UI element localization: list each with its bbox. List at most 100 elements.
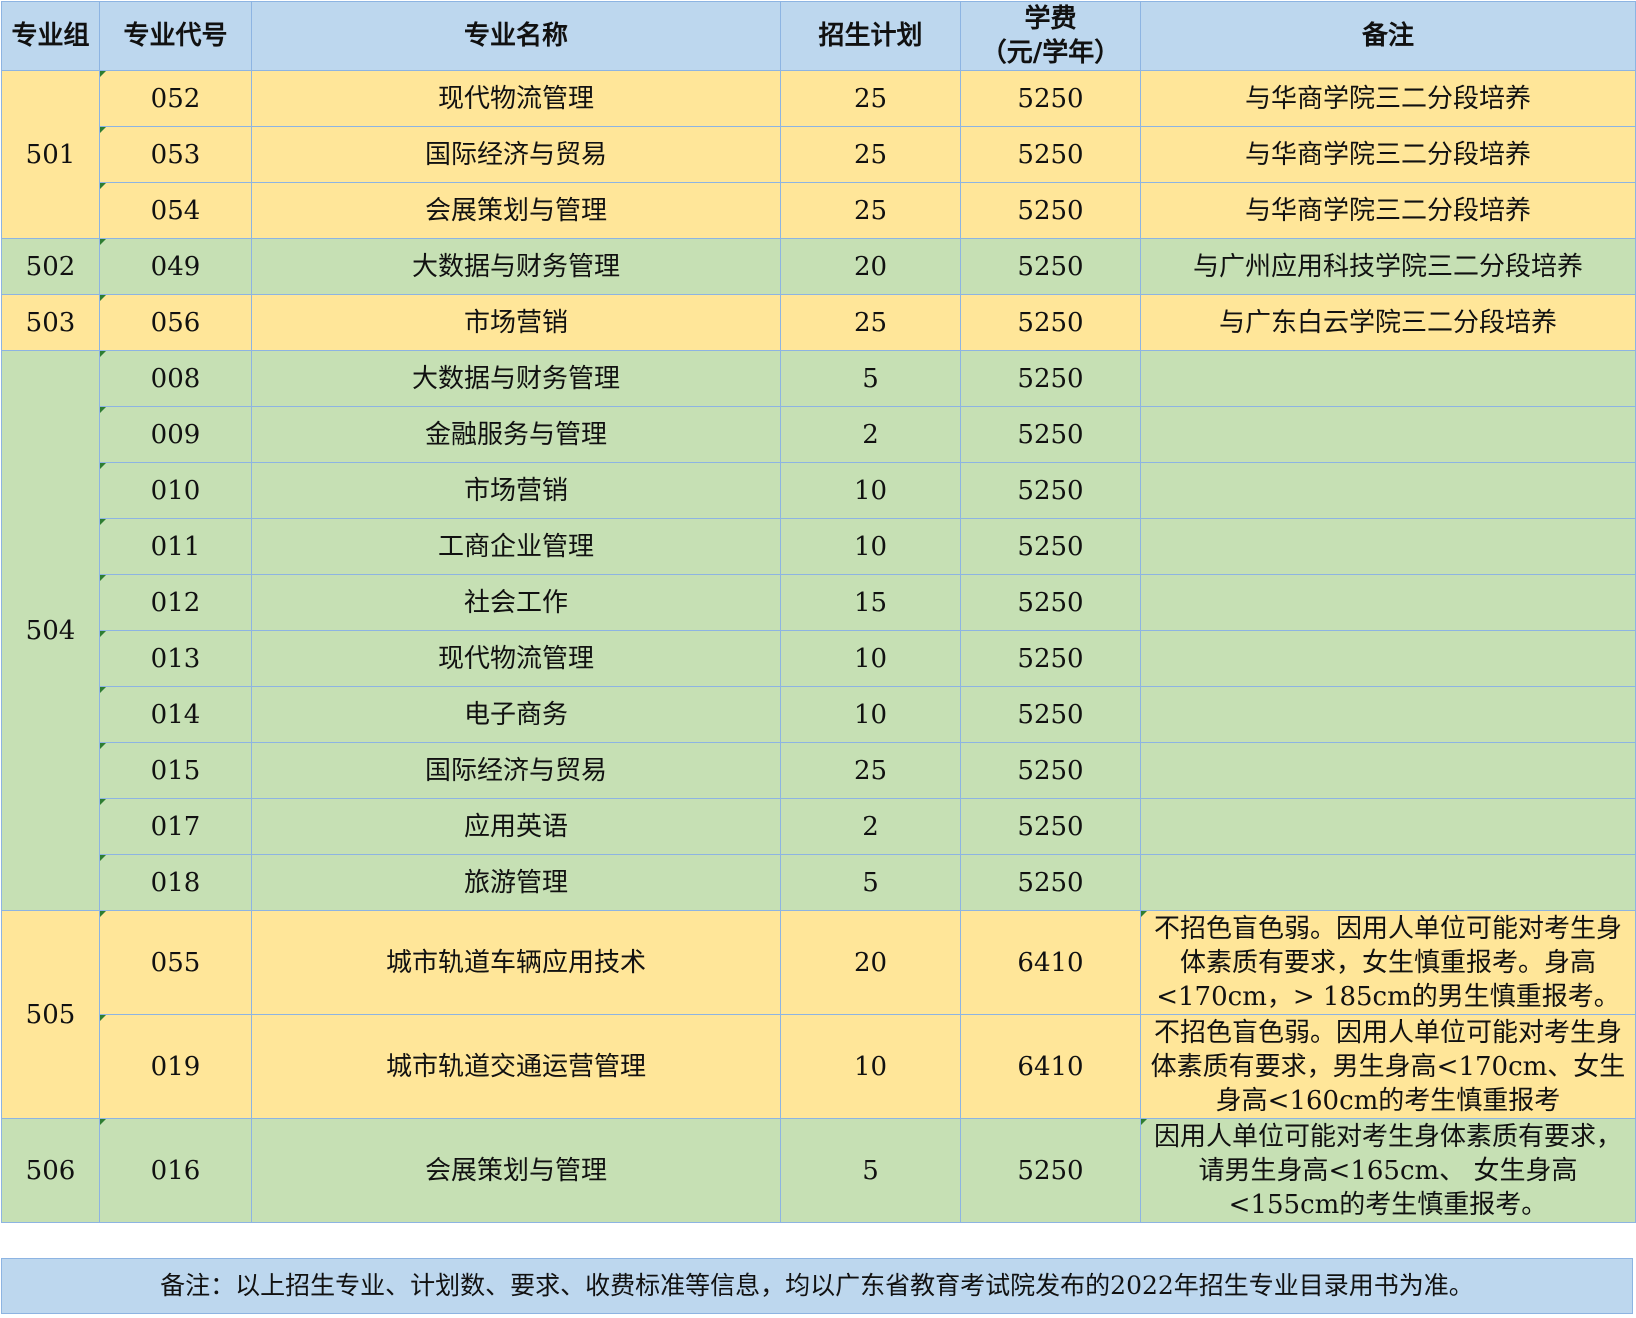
plan-cell: 10 [780, 630, 961, 687]
code-cell: 019 [99, 1014, 252, 1119]
fee-cell: 5250 [960, 462, 1141, 519]
plan-cell: 2 [780, 798, 961, 855]
note-cell [1140, 630, 1636, 687]
header-row: 专业组 专业代号 专业名称 招生计划 学费 （元/学年） 备注 [1, 1, 1636, 71]
group-cell: 502 [1, 238, 100, 295]
plan-cell: 20 [780, 910, 961, 1015]
fee-cell: 5250 [960, 70, 1141, 127]
name-cell: 市场营销 [251, 462, 781, 519]
note-cell [1140, 518, 1636, 575]
code-cell: 015 [99, 742, 252, 799]
fee-cell: 5250 [960, 406, 1141, 463]
fee-cell: 6410 [960, 910, 1141, 1015]
note-cell: 因用人单位可能对考生身体素质有要求，请男生身高<165cm、 女生身高<155c… [1140, 1118, 1636, 1223]
header-note: 备注 [1140, 1, 1636, 71]
fee-cell: 5250 [960, 574, 1141, 631]
plan-cell: 25 [780, 182, 961, 239]
code-cell: 053 [99, 126, 252, 183]
fee-cell: 5250 [960, 686, 1141, 743]
name-cell: 社会工作 [251, 574, 781, 631]
group-cell: 501 [1, 70, 100, 239]
fee-cell: 5250 [960, 238, 1141, 295]
plan-cell: 25 [780, 742, 961, 799]
header-fee-line2: （元/学年） [980, 38, 1121, 68]
code-cell: 056 [99, 294, 252, 351]
plan-cell: 10 [780, 686, 961, 743]
name-cell: 应用英语 [251, 798, 781, 855]
code-cell: 013 [99, 630, 252, 687]
note-cell: 与广东白云学院三二分段培养 [1140, 294, 1636, 351]
table-row: 053 国际经济与贸易 25 5250 与华商学院三二分段培养 [1, 126, 1636, 183]
note-cell [1140, 462, 1636, 519]
plan-cell: 25 [780, 70, 961, 127]
name-cell: 城市轨道交通运营管理 [251, 1014, 781, 1119]
table-row: 506 016 会展策划与管理 5 5250 因用人单位可能对考生身体素质有要求… [1, 1118, 1636, 1223]
code-cell: 054 [99, 182, 252, 239]
note-cell [1140, 406, 1636, 463]
note-cell: 不招色盲色弱。因用人单位可能对考生身体素质有要求，男生身高<170cm、女生身高… [1140, 1014, 1636, 1119]
group-cell: 503 [1, 294, 100, 351]
table-row: 054 会展策划与管理 25 5250 与华商学院三二分段培养 [1, 182, 1636, 239]
fee-cell: 5250 [960, 630, 1141, 687]
code-cell: 011 [99, 518, 252, 575]
table-row: 010 市场营销 10 5250 [1, 462, 1636, 519]
note-cell [1140, 350, 1636, 407]
note-cell [1140, 854, 1636, 911]
table-row: 011 工商企业管理 10 5250 [1, 518, 1636, 575]
plan-cell: 10 [780, 1014, 961, 1119]
fee-cell: 5250 [960, 854, 1141, 911]
header-plan: 招生计划 [780, 1, 961, 71]
table-row: 504 008 大数据与财务管理 5 5250 [1, 350, 1636, 911]
code-cell: 055 [99, 910, 252, 1015]
plan-cell: 5 [780, 1118, 961, 1223]
table-row: 009 金融服务与管理 2 5250 [1, 406, 1636, 463]
code-cell: 016 [99, 1118, 252, 1223]
fee-cell: 6410 [960, 1014, 1141, 1119]
admission-table: 专业组 专业代号 专业名称 招生计划 学费 （元/学年） 备注 501 052 … [1, 1, 1636, 1223]
table-row: 018 旅游管理 5 5250 [1, 854, 1636, 911]
plan-cell: 25 [780, 294, 961, 351]
header-fee-line1: 学费 [1024, 4, 1077, 34]
table-row: 502 049 大数据与财务管理 20 5250 与广州应用科技学院三二分段培养 [1, 238, 1636, 295]
admission-sheet: 专业组 专业代号 专业名称 招生计划 学费 （元/学年） 备注 501 052 … [0, 0, 1636, 1318]
name-cell: 现代物流管理 [251, 70, 781, 127]
name-cell: 大数据与财务管理 [251, 238, 781, 295]
header-group: 专业组 [1, 1, 100, 71]
code-cell: 008 [99, 350, 252, 407]
table-row: 503 056 市场营销 25 5250 与广东白云学院三二分段培养 [1, 294, 1636, 351]
note-cell [1140, 574, 1636, 631]
plan-cell: 20 [780, 238, 961, 295]
name-cell: 现代物流管理 [251, 630, 781, 687]
name-cell: 会展策划与管理 [251, 1118, 781, 1223]
name-cell: 城市轨道车辆应用技术 [251, 910, 781, 1015]
code-cell: 012 [99, 574, 252, 631]
name-cell: 旅游管理 [251, 854, 781, 911]
name-cell: 国际经济与贸易 [251, 742, 781, 799]
table-row: 501 052 现代物流管理 25 5250 与华商学院三二分段培养 [1, 70, 1636, 239]
table-row: 019 城市轨道交通运营管理 10 6410 不招色盲色弱。因用人单位可能对考生… [1, 1014, 1636, 1119]
fee-cell: 5250 [960, 518, 1141, 575]
plan-cell: 5 [780, 350, 961, 407]
code-cell: 009 [99, 406, 252, 463]
fee-cell: 5250 [960, 182, 1141, 239]
note-cell: 与广州应用科技学院三二分段培养 [1140, 238, 1636, 295]
fee-cell: 5250 [960, 294, 1141, 351]
name-cell: 会展策划与管理 [251, 182, 781, 239]
fee-cell: 5250 [960, 1118, 1141, 1223]
table-row: 505 055 城市轨道车辆应用技术 20 6410 不招色盲色弱。因用人单位可… [1, 910, 1636, 1119]
footer-note: 备注：以上招生专业、计划数、要求、收费标准等信息，均以广东省教育考试院发布的20… [1, 1258, 1633, 1314]
table-row: 012 社会工作 15 5250 [1, 574, 1636, 631]
name-cell: 市场营销 [251, 294, 781, 351]
code-cell: 049 [99, 238, 252, 295]
plan-cell: 5 [780, 854, 961, 911]
table-row: 014 电子商务 10 5250 [1, 686, 1636, 743]
code-cell: 014 [99, 686, 252, 743]
code-cell: 010 [99, 462, 252, 519]
note-cell [1140, 742, 1636, 799]
header-code: 专业代号 [99, 1, 252, 71]
code-cell: 052 [99, 70, 252, 127]
name-cell: 电子商务 [251, 686, 781, 743]
plan-cell: 10 [780, 518, 961, 575]
name-cell: 大数据与财务管理 [251, 350, 781, 407]
group-cell: 504 [1, 350, 100, 911]
